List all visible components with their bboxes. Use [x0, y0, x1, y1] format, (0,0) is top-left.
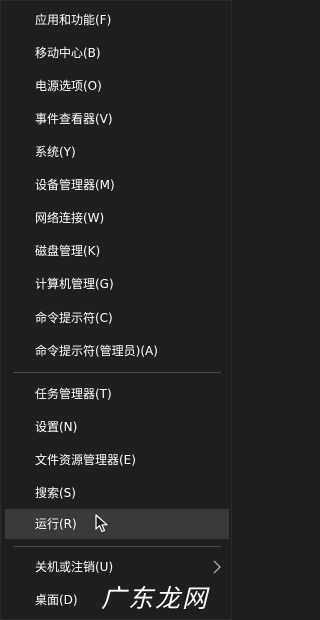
menu-item-network-connections[interactable]: 网络连接(W) [1, 203, 233, 233]
menu-item-mobility-center[interactable]: 移动中心(B) [1, 38, 233, 68]
winx-context-menu: 应用和功能(F) 移动中心(B) 电源选项(O) 事件查看器(V) 系统(Y) … [0, 0, 232, 620]
menu-item-device-manager[interactable]: 设备管理器(M) [1, 170, 233, 200]
menu-item-shutdown-or-sign-out[interactable]: 关机或注销(U) [1, 552, 233, 582]
menu-item-computer-management[interactable]: 计算机管理(G) [1, 269, 233, 299]
menu-item-power-options[interactable]: 电源选项(O) [1, 71, 233, 101]
menu-item-settings[interactable]: 设置(N) [1, 412, 233, 442]
menu-item-search[interactable]: 搜索(S) [1, 478, 233, 508]
menu-item-task-manager[interactable]: 任务管理器(T) [1, 379, 233, 409]
menu-item-command-prompt[interactable]: 命令提示符(C) [1, 303, 233, 333]
menu-item-disk-management[interactable]: 磁盘管理(K) [1, 236, 233, 266]
menu-separator [13, 372, 221, 373]
menu-item-run[interactable]: 运行(R) [5, 509, 229, 539]
menu-item-file-explorer[interactable]: 文件资源管理器(E) [1, 445, 233, 475]
menu-item-command-prompt-admin[interactable]: 命令提示符(管理员)(A) [1, 336, 233, 366]
mouse-cursor-icon [95, 514, 109, 534]
watermark-logo: 广东龙网 [101, 584, 210, 613]
menu-item-event-viewer[interactable]: 事件查看器(V) [1, 104, 233, 134]
menu-item-label: 关机或注销(U) [35, 560, 114, 574]
menu-separator [13, 546, 221, 547]
menu-item-system[interactable]: 系统(Y) [1, 137, 233, 167]
menu-item-apps-and-features[interactable]: 应用和功能(F) [1, 5, 233, 35]
chevron-right-icon [211, 552, 223, 582]
